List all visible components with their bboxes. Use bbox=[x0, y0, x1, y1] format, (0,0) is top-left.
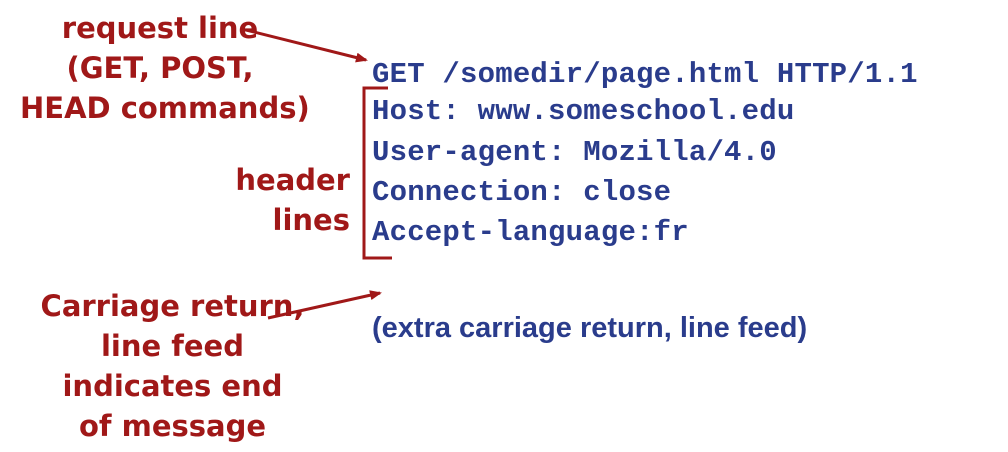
extra-crlf-line: (extra carriage return, line feed) bbox=[372, 312, 808, 344]
crlf-annotation: Carriage return, line feed indicates end… bbox=[20, 286, 325, 446]
crlf-label-1: Carriage return, bbox=[40, 289, 305, 323]
request-line-methods-2: HEAD commands) bbox=[20, 91, 310, 125]
request-line-methods-1: (GET, POST, bbox=[66, 51, 254, 85]
http-header-connection: Connection: close bbox=[372, 176, 672, 209]
http-request-line: GET /somedir/page.html HTTP/1.1 bbox=[372, 58, 918, 91]
header-lines-label-1: header bbox=[235, 163, 350, 197]
crlf-label-3: indicates end bbox=[62, 369, 283, 403]
http-header-host: Host: www.someschool.edu bbox=[372, 95, 795, 128]
http-header-accept-language: Accept-language:fr bbox=[372, 216, 689, 249]
header-lines-annotation: header lines bbox=[200, 160, 350, 240]
header-lines-label-2: lines bbox=[272, 203, 350, 237]
http-header-user-agent: User-agent: Mozilla/4.0 bbox=[372, 136, 777, 169]
request-line-annotation: request line (GET, POST, HEAD commands) bbox=[20, 8, 310, 128]
crlf-label-2: line feed bbox=[100, 329, 244, 363]
crlf-label-4: of message bbox=[78, 409, 267, 443]
request-line-label: request line bbox=[61, 11, 259, 45]
